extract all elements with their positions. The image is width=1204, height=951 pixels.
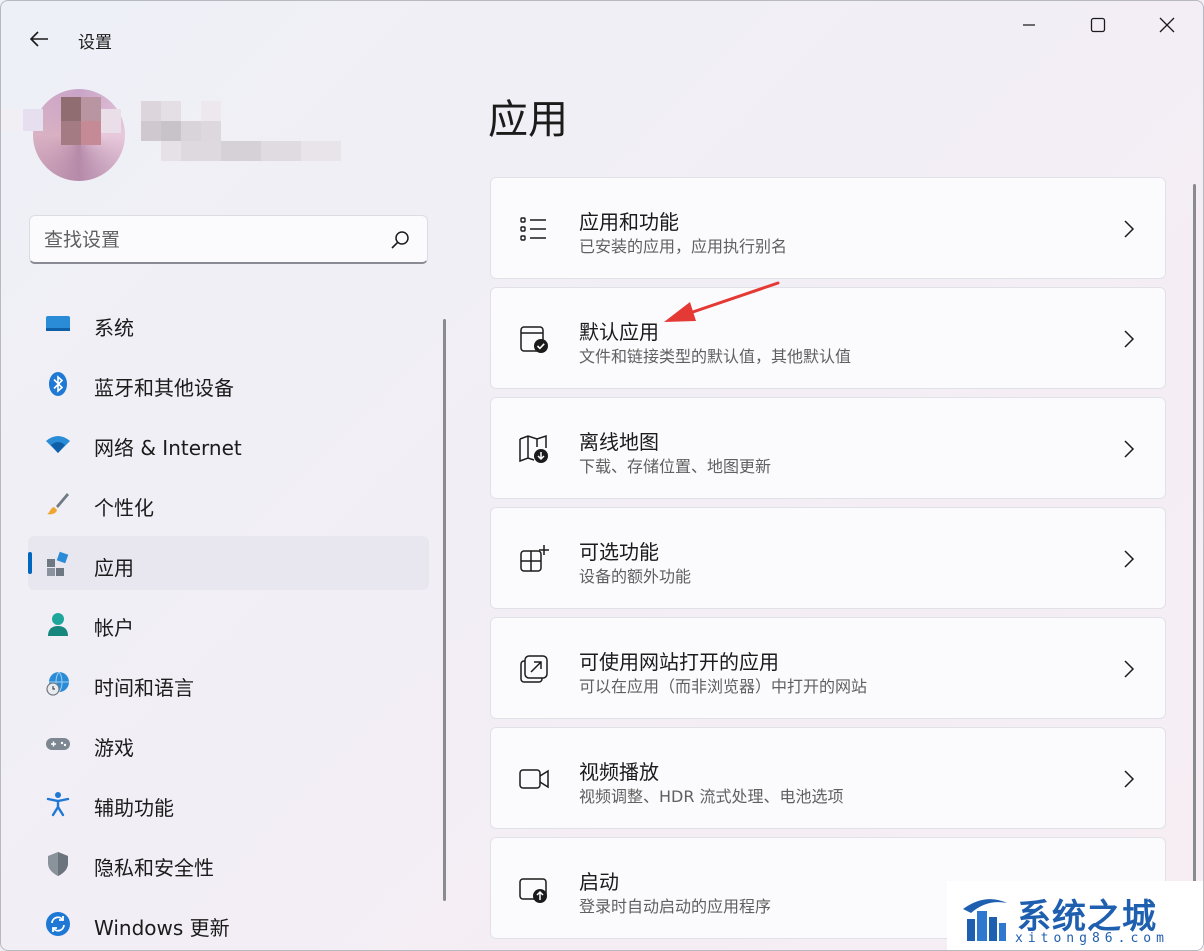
- search-box[interactable]: [29, 215, 428, 264]
- card-apps-features[interactable]: 应用和功能 已安装的应用，应用执行别名: [490, 177, 1166, 279]
- active-indicator: [28, 552, 32, 574]
- card-offline-maps[interactable]: 离线地图 下载、存储位置、地图更新: [490, 397, 1166, 499]
- sidebar-item-label: 帐户: [94, 616, 134, 640]
- app-title: 设置: [78, 33, 112, 53]
- chevron-right-icon: [1124, 660, 1135, 678]
- sidebar-item-label: Windows 更新: [94, 916, 230, 940]
- watermark: 系统之城 xitong86.com: [947, 881, 1203, 950]
- close-button[interactable]: [1144, 7, 1190, 43]
- minimize-button[interactable]: [1006, 7, 1052, 43]
- sidebar-item-system[interactable]: 系统: [28, 296, 429, 350]
- globe-clock-icon: [46, 671, 69, 696]
- back-arrow-icon: [29, 31, 48, 47]
- open-external-icon: [520, 655, 548, 683]
- card-optional-features[interactable]: 可选功能 设备的额外功能: [490, 507, 1166, 609]
- chevron-right-icon: [1124, 440, 1135, 458]
- minimize-icon: [1023, 24, 1035, 26]
- sidebar-item-label: 网络 & Internet: [94, 436, 242, 460]
- brush-icon: [47, 493, 69, 515]
- gamepad-icon: [46, 738, 70, 750]
- sidebar-item-privacy[interactable]: 隐私和安全性: [28, 836, 429, 890]
- settings-window: 设置 查找设置 系统 蓝牙和其他设备 网络 & Internet 个性化 应用 …: [0, 0, 1204, 951]
- card-subtitle: 设备的额外功能: [579, 567, 692, 586]
- system-icon: [46, 316, 70, 331]
- main-scrollbar[interactable]: [1193, 184, 1196, 904]
- sidebar-item-accessibility[interactable]: 辅助功能: [28, 776, 429, 830]
- sidebar-item-gaming[interactable]: 游戏: [28, 716, 429, 770]
- maximize-icon: [1090, 17, 1106, 33]
- card-subtitle: 已安装的应用，应用执行别名: [579, 237, 788, 256]
- title-bar: 设置: [1, 1, 1203, 73]
- page-title: 应用: [488, 97, 568, 143]
- card-title: 默认应用: [579, 320, 659, 344]
- sidebar-item-label: 蓝牙和其他设备: [94, 376, 234, 400]
- card-subtitle: 下载、存储位置、地图更新: [579, 457, 772, 476]
- chevron-right-icon: [1124, 770, 1135, 788]
- watermark-url: xitong86.com: [1015, 931, 1169, 946]
- card-video-playback[interactable]: 视频播放 视频调整、HDR 流式处理、电池选项: [490, 727, 1166, 829]
- sidebar-item-windows-update[interactable]: Windows 更新: [28, 896, 429, 950]
- update-icon: [46, 912, 70, 936]
- list-icon: [520, 217, 546, 241]
- card-title: 离线地图: [579, 430, 659, 454]
- search-input[interactable]: [44, 226, 374, 254]
- sidebar-item-personalization[interactable]: 个性化: [28, 476, 429, 530]
- card-title: 可使用网站打开的应用: [579, 650, 779, 674]
- sidebar-item-label: 时间和语言: [94, 676, 194, 700]
- sidebar-scrollbar[interactable]: [443, 319, 446, 901]
- card-title: 视频播放: [579, 760, 659, 784]
- chevron-right-icon: [1124, 550, 1135, 568]
- card-subtitle: 文件和链接类型的默认值，其他默认值: [579, 347, 852, 366]
- shield-icon: [48, 852, 68, 876]
- account-icon: [48, 613, 68, 636]
- optional-features-icon: [520, 545, 549, 572]
- sidebar-item-label: 个性化: [94, 496, 154, 520]
- sidebar-item-label: 系统: [94, 316, 134, 340]
- sidebar-item-time-language[interactable]: 时间和语言: [28, 656, 429, 710]
- sidebar-item-label: 辅助功能: [94, 796, 174, 820]
- map-download-icon: [519, 434, 548, 463]
- accessibility-icon: [46, 792, 70, 817]
- bluetooth-icon: [49, 372, 67, 396]
- sidebar-item-label: 应用: [94, 556, 134, 580]
- card-apps-for-websites[interactable]: 可使用网站打开的应用 可以在应用（而非浏览器）中打开的网站: [490, 617, 1166, 719]
- sidebar-item-bluetooth[interactable]: 蓝牙和其他设备: [28, 356, 429, 410]
- sidebar-item-label: 游戏: [94, 736, 134, 760]
- card-title: 可选功能: [579, 540, 659, 564]
- chevron-right-icon: [1124, 330, 1135, 348]
- sidebar-nav: 系统 蓝牙和其他设备 网络 & Internet 个性化 应用 帐户 时间和语言…: [28, 296, 430, 950]
- startup-icon: [519, 878, 547, 903]
- settings-card-list: 应用和功能 已安装的应用，应用执行别名 默认应用 文件和链接类型的默认值，其他默…: [490, 177, 1167, 947]
- sidebar-item-apps[interactable]: 应用: [28, 536, 429, 590]
- city-logo-icon: [963, 899, 1007, 941]
- card-title: 应用和功能: [579, 210, 679, 234]
- sidebar-item-network[interactable]: 网络 & Internet: [28, 416, 429, 470]
- annotation-arrow: [664, 281, 780, 322]
- card-title: 启动: [579, 870, 619, 894]
- sidebar-item-accounts[interactable]: 帐户: [28, 596, 429, 650]
- card-subtitle: 可以在应用（而非浏览器）中打开的网站: [579, 677, 868, 696]
- close-icon: [1159, 17, 1175, 33]
- sidebar-item-label: 隐私和安全性: [94, 856, 214, 880]
- wifi-icon: [46, 436, 70, 453]
- apps-icon: [47, 551, 69, 576]
- back-button[interactable]: [23, 23, 55, 55]
- maximize-button[interactable]: [1075, 7, 1121, 43]
- search-icon[interactable]: [389, 229, 411, 251]
- card-subtitle: 登录时自动启动的应用程序: [579, 897, 772, 916]
- chevron-right-icon: [1124, 220, 1135, 238]
- video-icon: [519, 769, 549, 789]
- profile-info-blurred: [1, 97, 341, 161]
- card-default-apps[interactable]: 默认应用 文件和链接类型的默认值，其他默认值: [490, 287, 1166, 389]
- default-apps-icon: [520, 326, 548, 353]
- card-subtitle: 视频调整、HDR 流式处理、电池选项: [579, 787, 844, 806]
